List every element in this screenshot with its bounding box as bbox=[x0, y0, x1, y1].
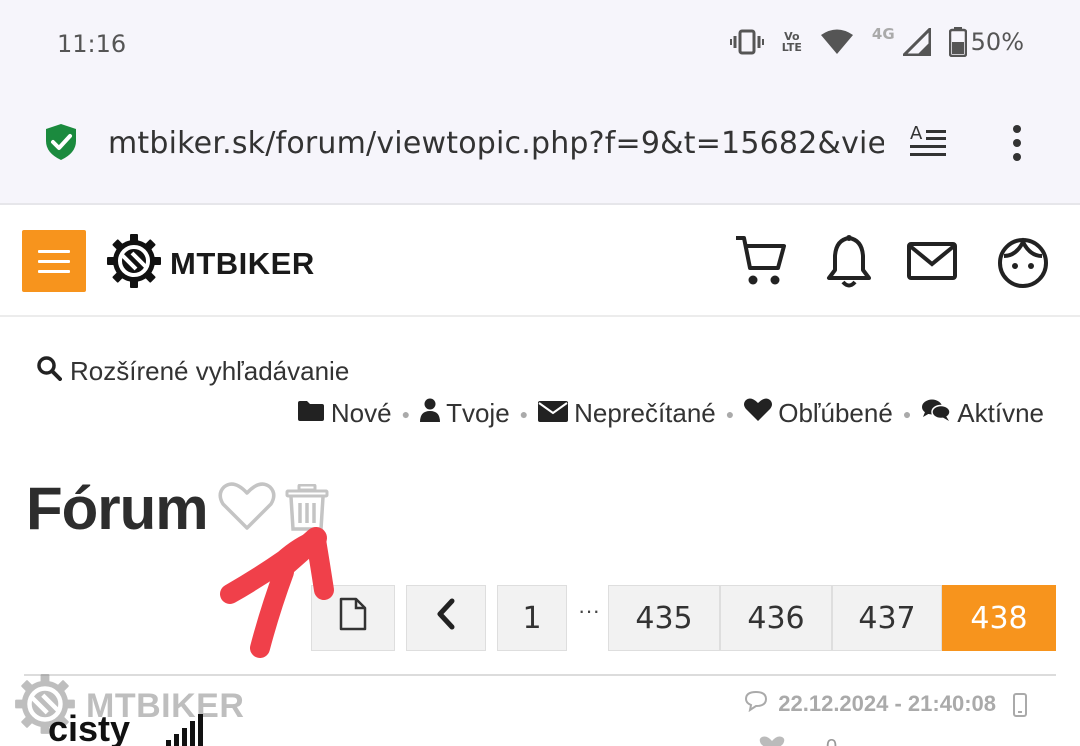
post-actions: 0 bbox=[758, 736, 837, 746]
comments-icon bbox=[921, 398, 952, 429]
page-button-first[interactable]: 1 bbox=[497, 585, 567, 651]
cart-icon[interactable] bbox=[734, 234, 786, 293]
menu-icon-bar bbox=[38, 269, 70, 273]
battery-percent: 50% bbox=[970, 28, 1024, 56]
quick-link-label: Aktívne bbox=[957, 398, 1044, 428]
battery-icon bbox=[948, 27, 967, 57]
quick-link-label: Neprečítané bbox=[574, 398, 716, 428]
quick-link-label: Obľúbené bbox=[778, 398, 893, 428]
comment-bubble-icon bbox=[744, 690, 768, 718]
gear-logo-icon bbox=[106, 233, 162, 294]
previous-page-button[interactable] bbox=[406, 585, 486, 651]
page-button[interactable]: 436 bbox=[720, 585, 832, 651]
svg-text:A: A bbox=[910, 123, 923, 144]
chevron-left-icon bbox=[435, 598, 457, 638]
quick-link-label: Tvoje bbox=[446, 398, 510, 428]
status-time: 11:16 bbox=[57, 30, 127, 58]
separator-dot: ● bbox=[725, 405, 735, 422]
post-date: 22.12.2024 - 21:40:08 bbox=[744, 690, 996, 718]
separator-dot: ● bbox=[401, 405, 411, 422]
status-icons: Vo LTE 4G 50% bbox=[729, 22, 1024, 62]
mobile-phone-icon bbox=[1012, 693, 1028, 722]
network-type: 4G bbox=[871, 25, 895, 43]
logo-text: MTBIKER bbox=[170, 245, 315, 281]
quick-link-unread[interactable]: Neprečítané bbox=[538, 398, 716, 429]
quick-link-yours[interactable]: Tvoje bbox=[420, 398, 510, 429]
folder-icon bbox=[297, 398, 325, 429]
quick-link-label: Nové bbox=[330, 398, 392, 428]
volte-line2: LTE bbox=[781, 41, 802, 54]
page-button-current[interactable]: 438 bbox=[942, 585, 1056, 651]
heart-icon bbox=[744, 398, 773, 429]
cell-signal-icon bbox=[902, 28, 931, 56]
like-count: 0 bbox=[826, 736, 837, 746]
like-icon[interactable] bbox=[758, 736, 786, 746]
quick-links: Nové ● Tvoje ● Neprečítané ● Obľúbené ● … bbox=[297, 398, 1044, 429]
quick-link-favorites[interactable]: Obľúbené bbox=[744, 398, 893, 429]
separator-dot: ● bbox=[902, 405, 912, 422]
site-logo[interactable]: MTBIKER bbox=[106, 233, 315, 294]
annotation-arrow bbox=[212, 520, 342, 665]
pagination-ellipsis: ··· bbox=[578, 598, 600, 623]
menu-button[interactable] bbox=[22, 230, 86, 292]
post-date-text: 22.12.2024 - 21:40:08 bbox=[778, 691, 996, 716]
bell-icon[interactable] bbox=[826, 234, 872, 295]
menu-icon-bar bbox=[38, 249, 70, 253]
user-face-icon[interactable] bbox=[996, 234, 1050, 295]
mail-icon[interactable] bbox=[906, 234, 958, 293]
page-button[interactable]: 437 bbox=[832, 585, 942, 651]
secure-shield-icon[interactable] bbox=[44, 123, 78, 166]
post-username[interactable]: cisty bbox=[48, 708, 130, 746]
envelope-icon bbox=[538, 398, 569, 429]
document-icon bbox=[339, 597, 367, 639]
status-bar: 11:16 Vo LTE 4G 50% bbox=[0, 0, 1080, 88]
menu-icon-bar bbox=[38, 259, 70, 263]
wifi-icon bbox=[820, 29, 854, 55]
page-title: Fórum bbox=[26, 475, 209, 542]
quick-link-active[interactable]: Aktívne bbox=[921, 398, 1044, 429]
page-button[interactable]: 435 bbox=[608, 585, 720, 651]
quick-link-new[interactable]: Nové bbox=[297, 398, 392, 429]
separator-dot: ● bbox=[519, 405, 529, 422]
site-header: MTBIKER bbox=[0, 207, 1080, 317]
search-icon bbox=[36, 355, 62, 388]
user-rank-bars-icon bbox=[164, 712, 204, 746]
volte-icon: Vo LTE bbox=[782, 31, 802, 53]
browser-address-bar: mtbiker.sk/forum/viewtopic.php?f=9&t=156… bbox=[0, 88, 1080, 205]
overflow-menu-icon[interactable] bbox=[1006, 124, 1028, 169]
advanced-search-label: Rozšírené vyhľadávanie bbox=[70, 356, 350, 386]
url-field[interactable]: mtbiker.sk/forum/viewtopic.php?f=9&t=156… bbox=[108, 126, 884, 161]
vibrate-icon bbox=[729, 29, 764, 55]
advanced-search-link[interactable]: Rozšírené vyhľadávanie bbox=[36, 355, 349, 388]
user-icon bbox=[420, 398, 441, 429]
reader-mode-icon[interactable]: A bbox=[908, 122, 948, 167]
